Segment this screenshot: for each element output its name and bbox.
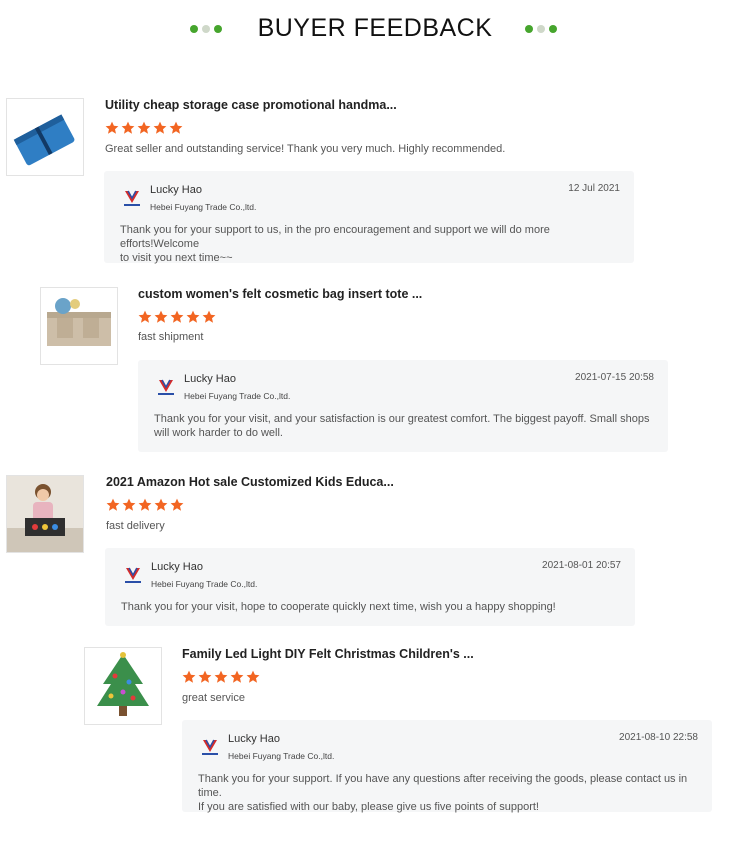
star-rating bbox=[182, 670, 260, 684]
star-icon bbox=[246, 670, 260, 683]
seller-logo-icon bbox=[158, 379, 174, 395]
star-icon bbox=[137, 121, 151, 134]
star-icon bbox=[154, 310, 168, 323]
star-rating bbox=[138, 310, 216, 324]
dot-icon bbox=[525, 25, 533, 33]
seller-logo-icon bbox=[202, 739, 218, 755]
christmas-tree-icon bbox=[85, 648, 161, 724]
product-title-link[interactable]: custom women's felt cosmetic bag insert … bbox=[138, 287, 422, 301]
star-icon bbox=[138, 310, 152, 323]
product-image-felt-organizer[interactable] bbox=[40, 287, 118, 365]
star-icon bbox=[202, 310, 216, 323]
star-icon bbox=[105, 121, 119, 134]
reply-date: 2021-08-01 20:57 bbox=[542, 560, 621, 571]
reply-date: 2021-08-10 22:58 bbox=[619, 732, 698, 743]
star-icon bbox=[230, 670, 244, 683]
dot-icon bbox=[549, 25, 557, 33]
reply-line: Thank you for your visit, hope to cooper… bbox=[121, 601, 556, 613]
reply-text: Thank you for your support. If you have … bbox=[198, 772, 703, 814]
product-image-christmas-tree[interactable] bbox=[84, 647, 162, 725]
star-rating bbox=[106, 498, 184, 512]
star-icon bbox=[182, 670, 196, 683]
seller-company: Hebei Fuyang Trade Co.,ltd. bbox=[184, 391, 291, 401]
reply-line: Thank you for your visit, and your satis… bbox=[154, 413, 650, 425]
seller-name: Lucky Hao bbox=[228, 733, 280, 745]
star-icon bbox=[122, 498, 136, 511]
star-icon bbox=[153, 121, 167, 134]
reply-line: to visit you next time~~ bbox=[120, 252, 233, 264]
kid-with-board-icon bbox=[7, 476, 83, 552]
section-header: BUYER FEEDBACK bbox=[0, 0, 750, 60]
buyer-comment: fast delivery bbox=[106, 520, 165, 532]
star-icon bbox=[169, 121, 183, 134]
reply-text: Thank you for your visit, and your satis… bbox=[154, 412, 659, 440]
seller-reply: Lucky Hao Hebei Fuyang Trade Co.,ltd. 20… bbox=[105, 548, 635, 626]
star-icon bbox=[170, 498, 184, 511]
buyer-comment: Great seller and outstanding service! Th… bbox=[105, 143, 506, 155]
storage-case-icon bbox=[7, 99, 83, 175]
star-icon bbox=[138, 498, 152, 511]
star-icon bbox=[154, 498, 168, 511]
star-icon bbox=[198, 670, 212, 683]
seller-name: Lucky Hao bbox=[151, 561, 203, 573]
product-title-link[interactable]: 2021 Amazon Hot sale Customized Kids Edu… bbox=[106, 475, 394, 489]
seller-logo-icon bbox=[124, 190, 140, 206]
buyer-comment: great service bbox=[182, 692, 245, 704]
buyer-comment: fast shipment bbox=[138, 331, 204, 343]
seller-company: Hebei Fuyang Trade Co.,ltd. bbox=[151, 579, 258, 589]
seller-reply: Lucky Hao Hebei Fuyang Trade Co.,ltd. 20… bbox=[138, 360, 668, 452]
seller-reply: Lucky Hao Hebei Fuyang Trade Co.,ltd. 20… bbox=[182, 720, 712, 814]
reply-date: 12 Jul 2021 bbox=[568, 183, 620, 194]
felt-organizer-icon bbox=[41, 288, 117, 364]
star-rating bbox=[105, 121, 183, 135]
reply-line: Thank you for your support to us, in the… bbox=[120, 224, 550, 250]
star-icon bbox=[106, 498, 120, 511]
star-icon bbox=[170, 310, 184, 323]
seller-logo-icon bbox=[125, 567, 141, 583]
seller-name: Lucky Hao bbox=[150, 184, 202, 196]
reply-date: 2021-07-15 20:58 bbox=[575, 372, 654, 383]
product-image-storage-case[interactable] bbox=[6, 98, 84, 176]
reply-text: Thank you for your visit, hope to cooper… bbox=[121, 600, 626, 614]
seller-name: Lucky Hao bbox=[184, 373, 236, 385]
page-title: BUYER FEEDBACK bbox=[257, 14, 493, 42]
seller-reply: Lucky Hao Hebei Fuyang Trade Co.,ltd. 12… bbox=[104, 171, 634, 265]
star-icon bbox=[121, 121, 135, 134]
dot-icon bbox=[537, 25, 545, 33]
reply-line: Thank you for your support. If you have … bbox=[198, 773, 688, 799]
reply-line: will work harder to do well. bbox=[154, 427, 283, 439]
product-image-kids-board[interactable] bbox=[6, 475, 84, 553]
seller-company: Hebei Fuyang Trade Co.,ltd. bbox=[150, 202, 257, 212]
reply-line: If you are satisfied with our baby, plea… bbox=[198, 801, 539, 813]
product-title-link[interactable]: Utility cheap storage case promotional h… bbox=[105, 98, 397, 112]
reply-text: Thank you for your support to us, in the… bbox=[120, 223, 625, 265]
star-icon bbox=[186, 310, 200, 323]
seller-company: Hebei Fuyang Trade Co.,ltd. bbox=[228, 751, 335, 761]
decorative-dots-right bbox=[525, 25, 557, 33]
product-title-link[interactable]: Family Led Light DIY Felt Christmas Chil… bbox=[182, 647, 474, 661]
star-icon bbox=[214, 670, 228, 683]
